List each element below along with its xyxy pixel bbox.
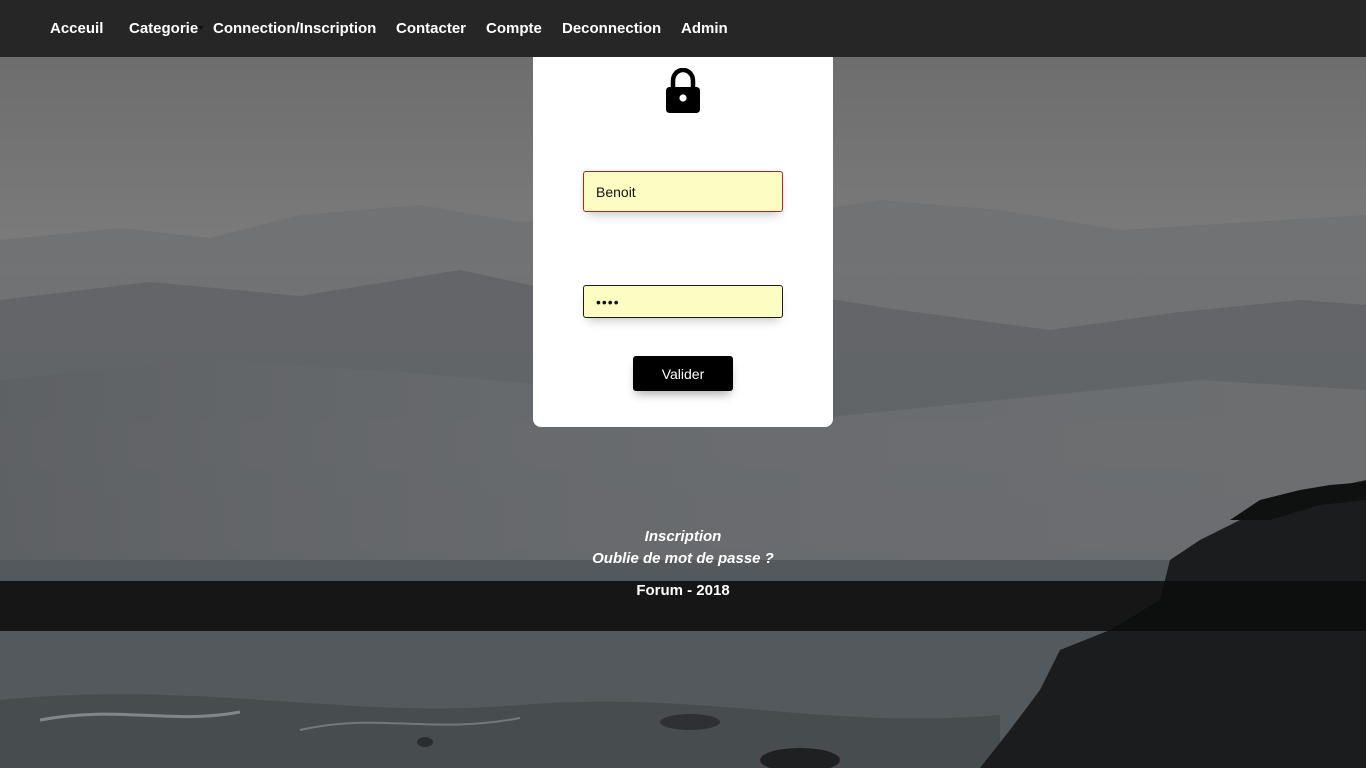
nav-link-login-register[interactable]: Connection/Inscription [213,19,376,38]
main-navbar: Acceuil Categorie Connection/Inscription… [0,0,1366,57]
register-link[interactable]: Inscription [0,527,1366,546]
caret-down-icon[interactable] [198,26,204,30]
nav-link-logout[interactable]: Deconnection [562,19,661,38]
nav-link-category[interactable]: Categorie [129,19,198,38]
forgot-password-link[interactable]: Oublie de mot de passe ? [0,549,1366,568]
lock-icon [666,68,700,113]
password-input[interactable] [583,285,783,318]
nav-link-home[interactable]: Acceuil [50,19,103,38]
submit-button[interactable]: Valider [633,356,733,391]
footer-copyright: Forum - 2018 [636,582,730,599]
login-card: Valider [533,57,833,427]
nav-link-admin[interactable]: Admin [681,19,728,38]
nav-link-contact[interactable]: Contacter [396,19,466,38]
footer: Forum - 2018 [0,581,1366,631]
username-input[interactable] [583,171,783,212]
nav-link-account[interactable]: Compte [486,19,542,38]
